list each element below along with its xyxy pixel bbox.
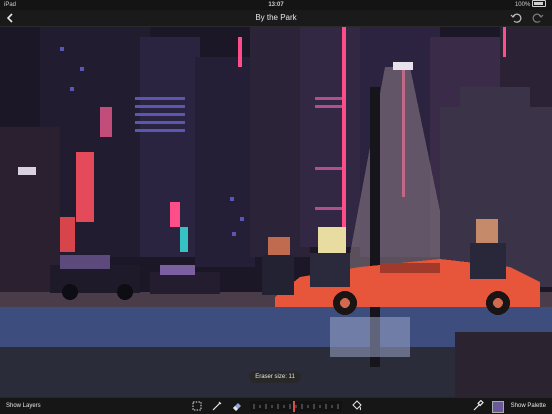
- battery-icon: [532, 0, 546, 7]
- nav-bar: By the Park: [0, 10, 552, 27]
- bench: [455, 332, 552, 397]
- app-window: iPad 13:07 100% By the Park Eraser size:…: [0, 0, 552, 414]
- pencil-icon: [212, 401, 222, 411]
- eraser-icon: [233, 403, 241, 411]
- document-title: By the Park: [255, 13, 297, 22]
- selection-icon: [192, 401, 202, 411]
- brush-size-slider[interactable]: [250, 401, 342, 412]
- battery-percent: 100%: [514, 2, 531, 8]
- eraser-tool-button[interactable]: [231, 400, 243, 412]
- undo-button[interactable]: [510, 12, 522, 24]
- eraser-size-tooltip: Eraser size: 11: [249, 371, 301, 383]
- show-palette-button[interactable]: Show Palette: [511, 398, 546, 414]
- bottom-toolbar: Show Layers Show Palette: [0, 397, 552, 414]
- eyedropper-icon: [473, 400, 484, 411]
- light-pool: [330, 317, 410, 357]
- eyedropper-tool-button[interactable]: [472, 400, 484, 412]
- current-color-swatch[interactable]: [492, 401, 504, 413]
- redo-icon: [532, 13, 544, 23]
- show-layers-button[interactable]: Show Layers: [6, 398, 41, 414]
- battery-indicator: 100%: [515, 0, 546, 10]
- pencil-tool-button[interactable]: [211, 400, 223, 412]
- status-bar: iPad 13:07 100%: [0, 0, 552, 10]
- slider-handle[interactable]: [293, 401, 295, 412]
- lamp-head: [393, 62, 413, 70]
- clock: 13:07: [268, 2, 284, 8]
- selection-tool-button[interactable]: [191, 400, 203, 412]
- undo-icon: [510, 13, 522, 23]
- drawing-canvas[interactable]: [0, 27, 552, 397]
- left-street-lamp: [18, 167, 36, 175]
- redo-button[interactable]: [532, 12, 544, 24]
- fill-bucket-icon: [352, 400, 362, 411]
- fill-tool-button[interactable]: [350, 400, 362, 412]
